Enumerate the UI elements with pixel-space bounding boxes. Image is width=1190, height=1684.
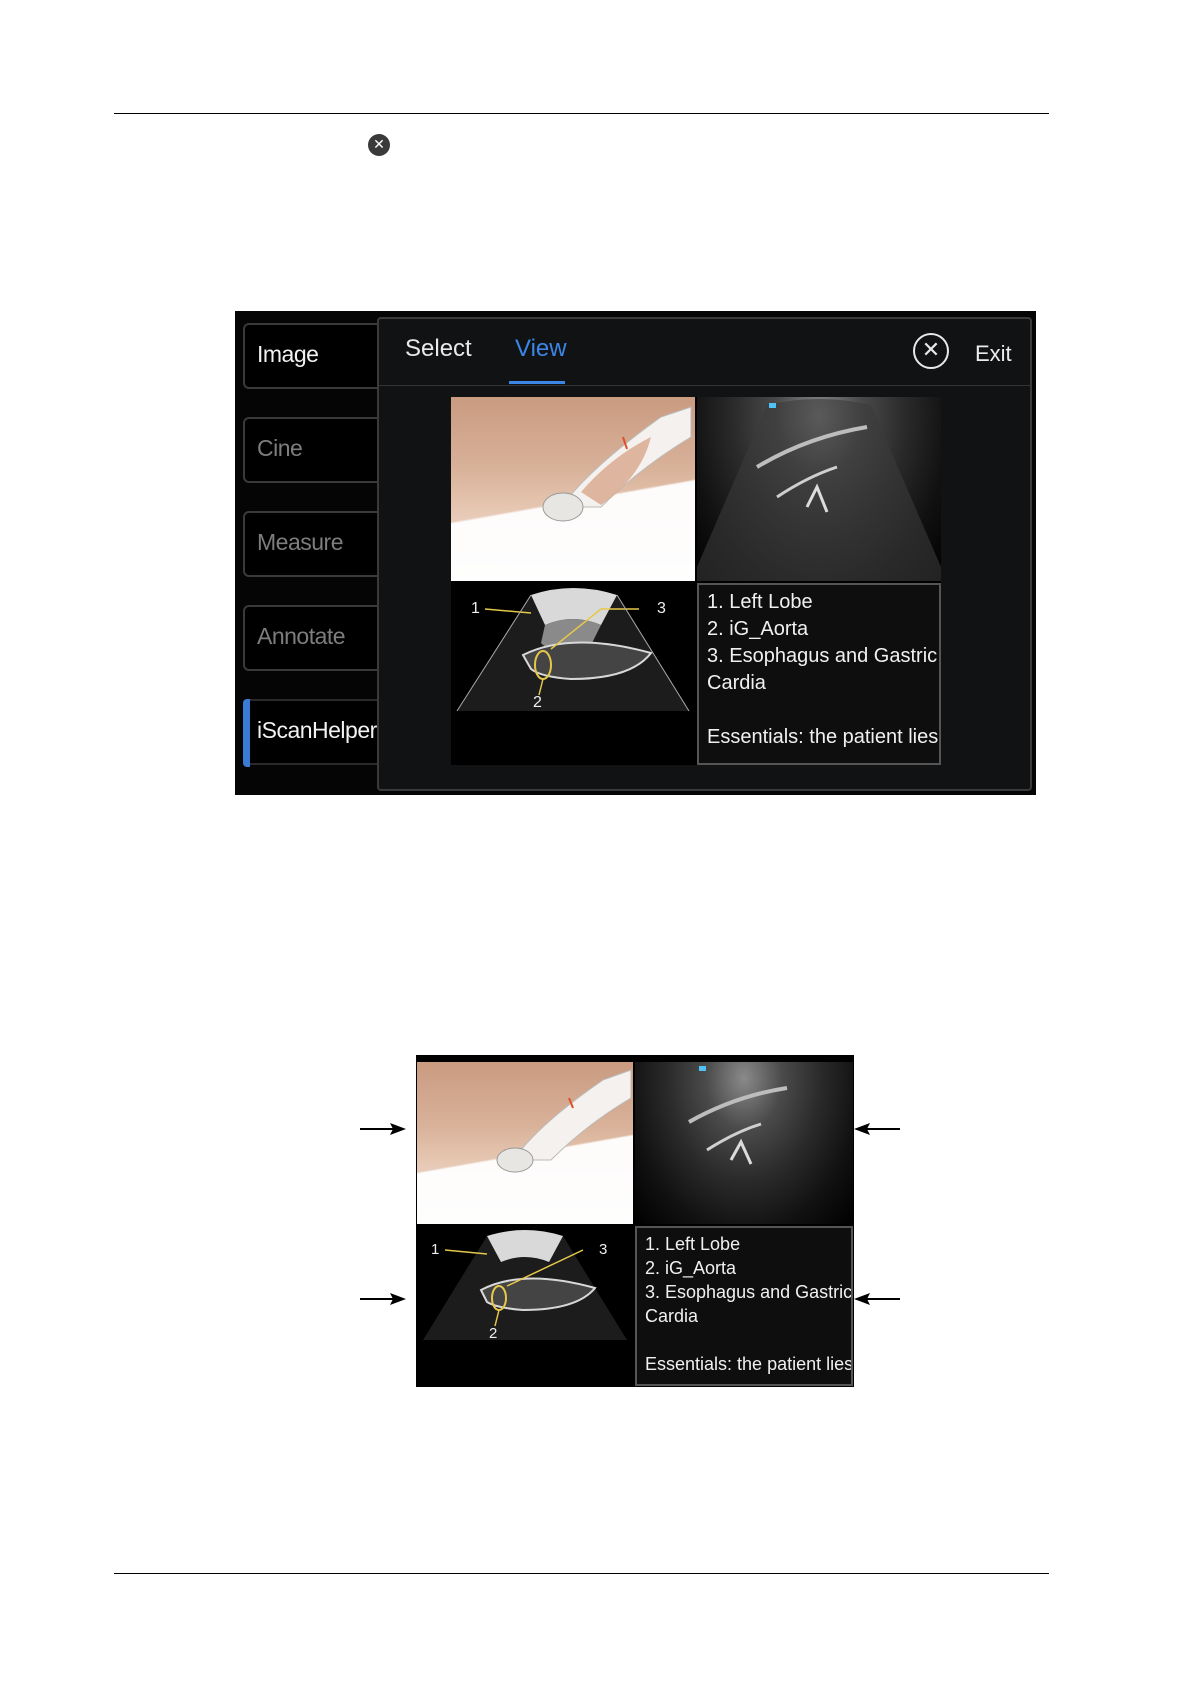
ultrasound-image [635, 1062, 853, 1224]
essentials-text: Essentials: the patient lies [707, 726, 939, 748]
legend-line-3: 3. Esophagus and Gastric [707, 645, 938, 667]
anatomy-diagram: 1 2 3 [451, 583, 695, 765]
ultrasound-sector [688, 1066, 788, 1165]
tab-annotate[interactable]: Annotate [243, 605, 377, 671]
anatomy-diagram: 1 2 3 [417, 1226, 633, 1386]
structure-legend: 1. Left Lobe 2. iG_Aorta 3. Esophagus an… [635, 1226, 853, 1386]
legend-line-4: Cardia [645, 1306, 699, 1326]
legend-line-2: 2. iG_Aorta [645, 1258, 737, 1278]
anatomy-diagram-svg: 1 2 3 [456, 588, 690, 712]
anatomy-diagram-svg: 1 2 3 [423, 1230, 627, 1342]
tab-view[interactable]: View [515, 335, 567, 363]
active-tab-indicator [243, 699, 250, 767]
legend-line-3: 3. Esophagus and Gastric [645, 1282, 853, 1302]
tab-cine[interactable]: Cine [243, 417, 377, 483]
tab-image-label: Image [257, 341, 319, 367]
view-grid: 1 2 3 1. Left Lobe 2. iG_Aorta 3. Esopha… [451, 397, 941, 765]
diagram-label-3: 3 [657, 600, 666, 617]
diagram-label-1: 1 [471, 600, 480, 617]
callout-arrow-bottom-left [360, 1293, 406, 1305]
callout-arrow-top-left [360, 1123, 406, 1135]
legend-line-1: 1. Left Lobe [707, 591, 813, 613]
tab-cine-label: Cine [257, 435, 303, 461]
probe-illustration [542, 406, 692, 522]
ultrasound-sector [697, 399, 941, 581]
iscanhelper-panel: Select View ✕ Exit 1 2 3 1. Left Lobe 2.… [377, 317, 1032, 791]
diagram-label-1: 1 [431, 1241, 439, 1258]
panel-divider [379, 385, 1030, 386]
legend-line-4: Cardia [707, 672, 766, 694]
tab-annotate-label: Annotate [257, 623, 346, 649]
footer-rule [114, 1573, 1049, 1574]
iscanhelper-screenshot: Image Cine Measure Annotate iScanHelper … [235, 311, 1036, 795]
legend-line-1: 1. Left Lobe [645, 1234, 741, 1254]
callout-arrow-bottom-right [854, 1293, 900, 1305]
diagram-label-2: 2 [489, 1325, 497, 1342]
probe-position-photo [417, 1062, 633, 1224]
header-rule [114, 113, 1049, 114]
exit-button[interactable]: Exit [975, 341, 1012, 367]
legend-line-2: 2. iG_Aorta [707, 618, 809, 640]
ultrasound-image [697, 397, 941, 581]
tab-iscanhelper[interactable]: iScanHelper [243, 699, 377, 767]
tab-view-underline [509, 381, 565, 384]
tab-image[interactable]: Image [243, 323, 377, 389]
probe-position-photo [451, 397, 695, 581]
tab-iscanhelper-label: iScanHelper [257, 717, 377, 743]
tab-measure-label: Measure [257, 529, 343, 555]
exit-close-icon[interactable]: ✕ [913, 333, 949, 369]
close-icon: ✕ [368, 134, 390, 156]
view-grid-detail: 1 2 3 1. Left Lobe 2. iG_Aorta 3. Esopha… [416, 1055, 854, 1387]
tab-measure[interactable]: Measure [243, 511, 377, 577]
essentials-text: Essentials: the patient lies [645, 1354, 853, 1374]
probe-illustration [496, 1069, 632, 1173]
tab-select[interactable]: Select [405, 335, 472, 363]
diagram-label-3: 3 [599, 1241, 607, 1258]
diagram-label-2: 2 [533, 694, 542, 711]
callout-arrow-top-right [854, 1123, 900, 1135]
structure-legend: 1. Left Lobe 2. iG_Aorta 3. Esophagus an… [697, 583, 941, 765]
